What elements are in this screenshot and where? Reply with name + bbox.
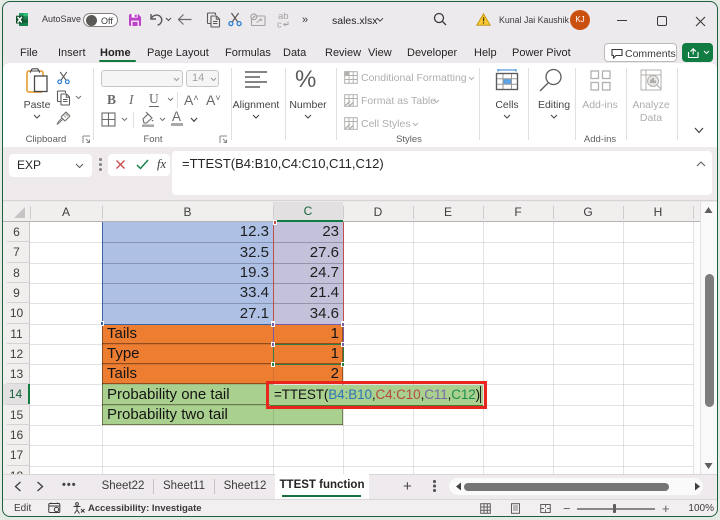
svg-text:c: c bbox=[277, 20, 282, 30]
